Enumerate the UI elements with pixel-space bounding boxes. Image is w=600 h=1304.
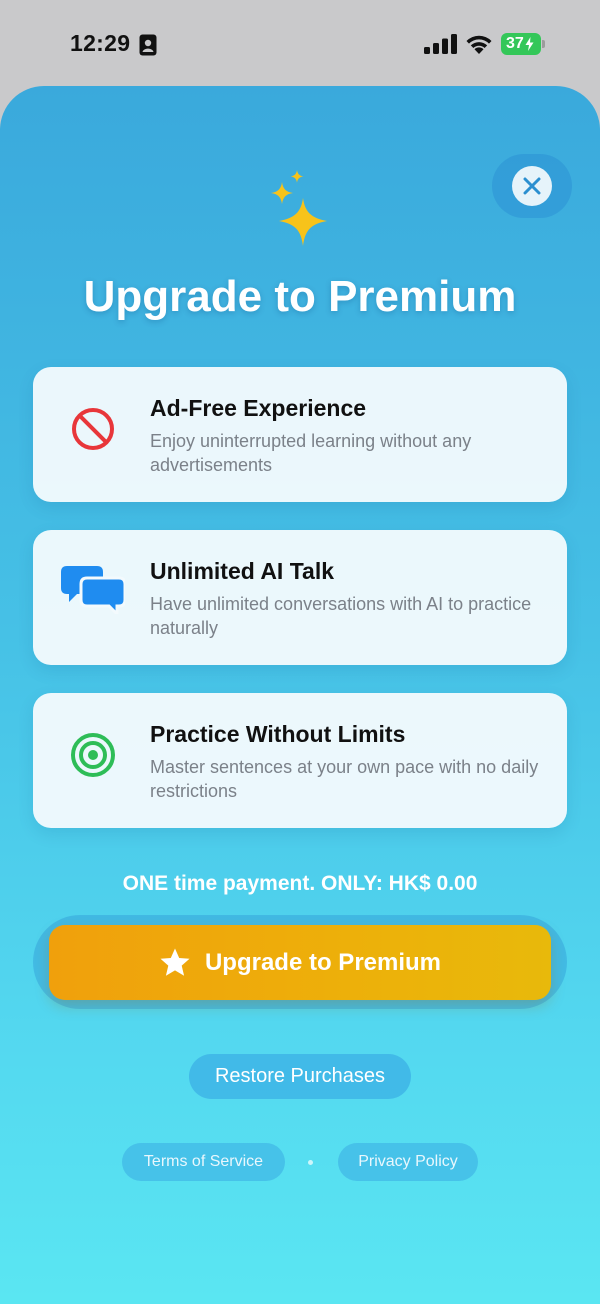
chat-bubbles-icon — [61, 566, 125, 614]
footer-separator-dot — [308, 1160, 313, 1165]
close-icon — [523, 177, 541, 195]
no-ads-icon — [72, 408, 114, 450]
feature-card-ad-free: Ad-Free Experience Enjoy uninterrupted l… — [33, 367, 567, 502]
id-badge-icon — [139, 34, 157, 56]
status-bar: 12:29 37 — [0, 0, 600, 86]
battery-percent: 37 — [506, 35, 524, 52]
close-button[interactable] — [512, 166, 552, 206]
privacy-policy-link[interactable]: Privacy Policy — [338, 1143, 478, 1181]
feature-description: Have unlimited conversations with AI to … — [150, 594, 532, 638]
premium-sheet: Upgrade to Premium Ad-Free Experience En… — [0, 86, 600, 1304]
cellular-signal-icon — [424, 34, 457, 54]
status-time: 12:29 — [70, 30, 131, 56]
upgrade-button[interactable]: Upgrade to Premium — [49, 925, 551, 1000]
upgrade-button-label: Upgrade to Premium — [204, 948, 442, 976]
wifi-icon — [466, 35, 492, 54]
feature-description: Enjoy uninterrupted learning without any… — [150, 431, 472, 475]
charging-bolt-icon — [525, 37, 534, 51]
target-icon — [71, 733, 115, 777]
battery-indicator: 37 — [501, 33, 545, 55]
restore-purchases-button[interactable]: Restore Purchases — [189, 1054, 411, 1099]
close-button-container — [492, 154, 572, 218]
battery-tip — [542, 40, 545, 48]
feature-card-practice: Practice Without Limits Master sentences… — [33, 693, 567, 828]
feature-card-ai-talk: Unlimited AI Talk Have unlimited convers… — [33, 530, 567, 665]
feature-title: Practice Without Limits — [150, 721, 406, 747]
page-title: Upgrade to Premium — [83, 272, 517, 321]
upgrade-button-container: Upgrade to Premium — [33, 915, 567, 1009]
star-icon — [160, 948, 190, 976]
terms-of-service-link[interactable]: Terms of Service — [122, 1143, 285, 1181]
feature-description: Master sentences at your own pace with n… — [150, 757, 539, 801]
feature-title: Unlimited AI Talk — [150, 558, 335, 584]
feature-title: Ad-Free Experience — [150, 395, 367, 421]
sparkles-icon — [271, 170, 327, 246]
battery-level: 37 — [501, 33, 541, 55]
price-text: ONE time payment. ONLY: HK$ 0.00 — [122, 872, 478, 895]
